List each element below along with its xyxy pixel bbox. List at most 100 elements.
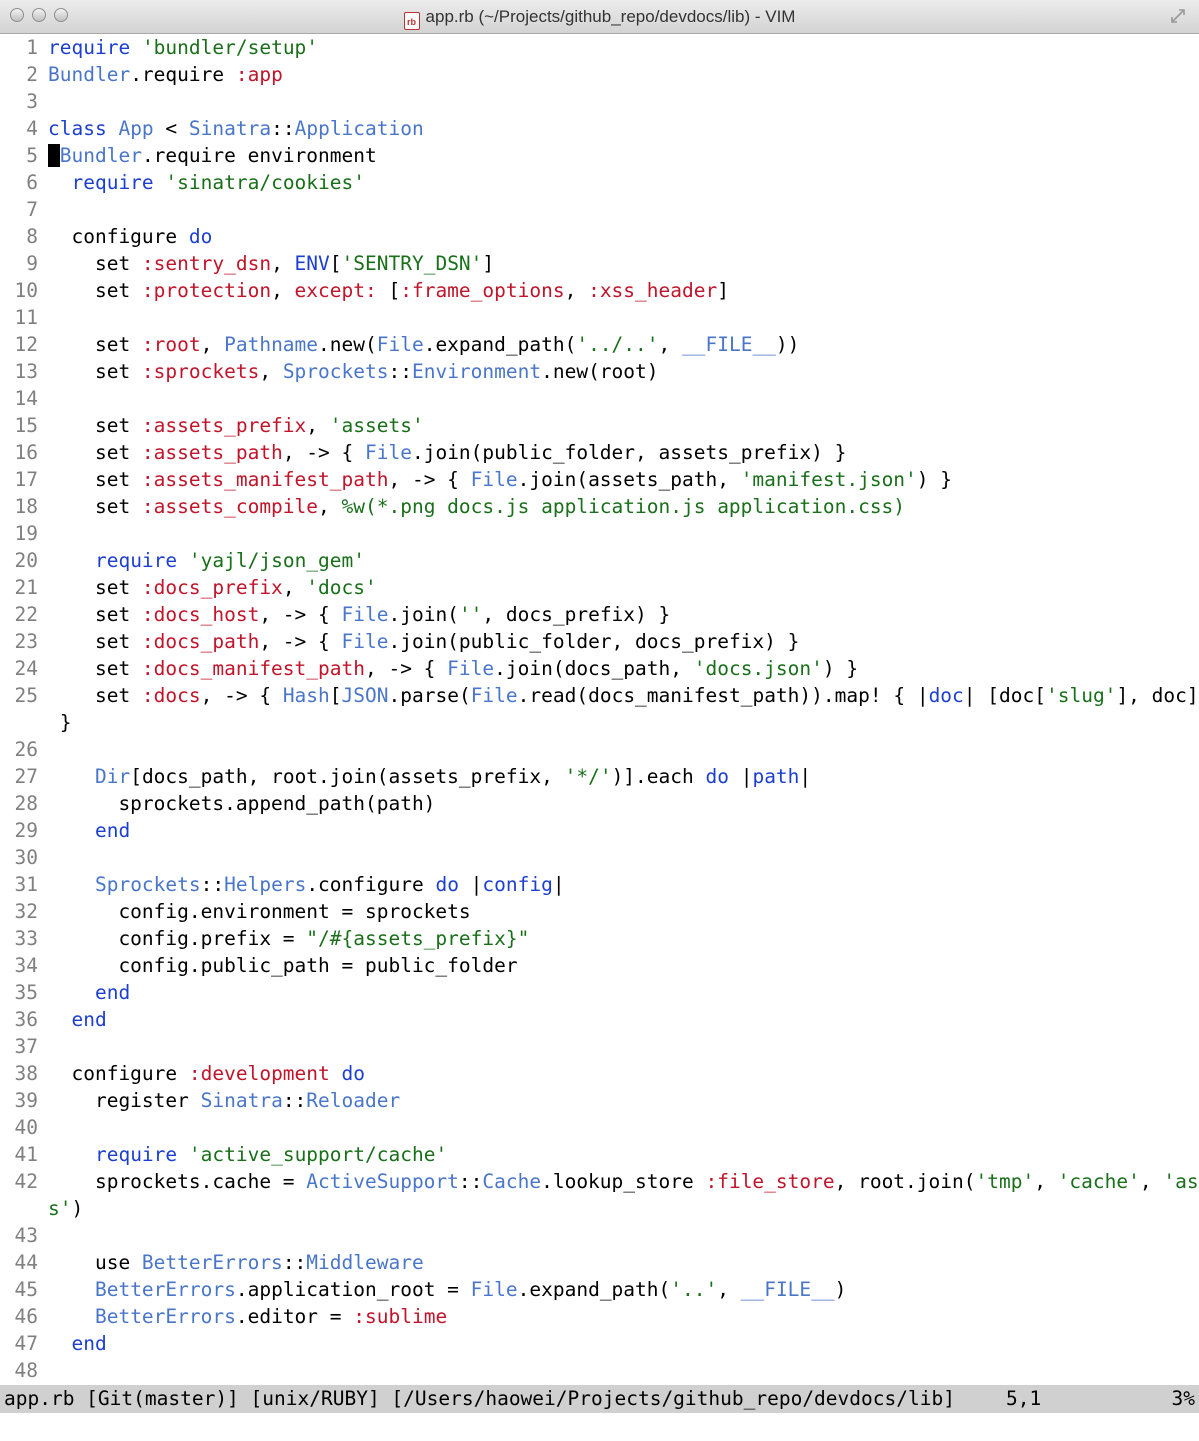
line-number: 30: [14, 846, 38, 869]
keyword-token: path: [752, 765, 800, 788]
code-line[interactable]: 5 Bundler.require environment: [0, 142, 1199, 169]
code-text: |: [728, 765, 753, 788]
code-line[interactable]: 2 Bundler.require :app: [0, 61, 1199, 88]
status-line: app.rb [Git(master)] [unix/RUBY] [/Users…: [0, 1385, 1199, 1413]
code-line[interactable]: 27 Dir[docs_path, root.join(assets_prefi…: [0, 763, 1199, 790]
keyword-token: config: [482, 873, 553, 896]
code-line[interactable]: 29 end: [0, 817, 1199, 844]
code-line[interactable]: 28 sprockets.append_path(path): [0, 790, 1199, 817]
code-line[interactable]: 23 set :docs_path, -> { File.join(public…: [0, 628, 1199, 655]
code-text: ): [71, 1197, 84, 1220]
code-line[interactable]: 14: [0, 385, 1199, 412]
editor-buffer[interactable]: 1 require 'bundler/setup' 2 Bundler.require…: [0, 34, 1199, 1384]
code-line[interactable]: 26: [0, 736, 1199, 763]
code-text: .join(: [388, 603, 459, 626]
code-line[interactable]: }: [0, 709, 1199, 736]
code-text: ::: [458, 1170, 483, 1193]
code-line[interactable]: 31 Sprockets::Helpers.configure do |conf…: [0, 871, 1199, 898]
code-line[interactable]: 20 require 'yajl/json_gem': [0, 547, 1199, 574]
code-line[interactable]: 8 configure do: [0, 223, 1199, 250]
constant-token: File: [376, 333, 424, 356]
code-line[interactable]: 43: [0, 1222, 1199, 1249]
line-code: set :assets_prefix, 'assets': [48, 412, 424, 439]
code-line[interactable]: 11: [0, 304, 1199, 331]
code-line[interactable]: 37: [0, 1033, 1199, 1060]
code-line[interactable]: 15 set :assets_prefix, 'assets': [0, 412, 1199, 439]
code-line[interactable]: 47 end: [0, 1330, 1199, 1357]
line-number: 23: [14, 630, 38, 653]
symbol-token: :file_store: [705, 1170, 835, 1193]
fullscreen-icon[interactable]: [1169, 7, 1187, 25]
code-line[interactable]: 16 set :assets_path, -> { File.join(publ…: [0, 439, 1199, 466]
keyword-token: require: [94, 1143, 178, 1166]
line-number: [0, 709, 38, 736]
cursor-position: 5,1: [1006, 1387, 1042, 1410]
code-text: set: [48, 360, 142, 383]
symbol-token: except:: [294, 279, 377, 302]
code-line[interactable]: 12 set :root, Pathname.new(File.expand_p…: [0, 331, 1199, 358]
keyword-token: doc: [928, 684, 964, 707]
code-line[interactable]: 41 require 'active_support/cache': [0, 1141, 1199, 1168]
code-text: set: [48, 414, 142, 437]
code-text: .editor =: [235, 1305, 354, 1328]
code-text: ,: [1139, 1170, 1164, 1193]
code-text: .configure: [306, 873, 436, 896]
constant-token: Dir: [94, 765, 131, 788]
code-line[interactable]: 32 config.environment = sprockets: [0, 898, 1199, 925]
code-line[interactable]: 17 set :assets_manifest_path, -> { File.…: [0, 466, 1199, 493]
code-line[interactable]: 46 BetterErrors.editor = :sublime: [0, 1303, 1199, 1330]
code-line[interactable]: 36 end: [0, 1006, 1199, 1033]
code-line[interactable]: 1 require 'bundler/setup': [0, 34, 1199, 61]
code-line[interactable]: 4 class App < Sinatra::Application: [0, 115, 1199, 142]
code-line[interactable]: 38 configure :development do: [0, 1060, 1199, 1087]
code-text: set: [48, 279, 142, 302]
code-text: , root.join(: [834, 1170, 976, 1193]
code-line[interactable]: 40: [0, 1114, 1199, 1141]
code-line[interactable]: 24 set :docs_manifest_path, -> { File.jo…: [0, 655, 1199, 682]
code-line[interactable]: 21 set :docs_prefix, 'docs': [0, 574, 1199, 601]
code-line[interactable]: 30: [0, 844, 1199, 871]
line-code: require 'yajl/json_gem': [48, 547, 365, 574]
line-number: 27: [14, 765, 38, 788]
line-number: 9: [26, 252, 38, 275]
code-line[interactable]: s'): [0, 1195, 1199, 1222]
line-number: 2: [26, 63, 38, 86]
code-line[interactable]: 35 end: [0, 979, 1199, 1006]
line-code: sprockets.append_path(path): [48, 790, 435, 817]
code-text: set: [48, 630, 142, 653]
code-line[interactable]: 10 set :protection, except: [:frame_opti…: [0, 277, 1199, 304]
code-line[interactable]: 9 set :sentry_dsn, ENV['SENTRY_DSN']: [0, 250, 1199, 277]
code-line[interactable]: 13 set :sprockets, Sprockets::Environmen…: [0, 358, 1199, 385]
code-text: set: [48, 441, 142, 464]
code-line[interactable]: 44 use BetterErrors::Middleware: [0, 1249, 1199, 1276]
code-line[interactable]: 45 BetterErrors.application_root = File.…: [0, 1276, 1199, 1303]
line-number: 18: [14, 495, 38, 518]
code-text: <: [153, 117, 189, 140]
code-line[interactable]: 6 require 'sinatra/cookies': [0, 169, 1199, 196]
line-code: sprockets.cache = ActiveSupport::Cache.l…: [48, 1168, 1199, 1195]
code-line[interactable]: 39 register Sinatra::Reloader: [0, 1087, 1199, 1114]
code-text: .expand_path(: [423, 333, 577, 356]
code-line[interactable]: 22 set :docs_host, -> { File.join('', do…: [0, 601, 1199, 628]
code-line[interactable]: 19: [0, 520, 1199, 547]
constant-token: File: [470, 1278, 518, 1301]
code-line[interactable]: 33 config.prefix = "/#{assets_prefix}": [0, 925, 1199, 952]
code-text: .join(docs_path,: [494, 657, 694, 680]
code-line[interactable]: 48: [0, 1357, 1199, 1384]
code-line[interactable]: 34 config.public_path = public_folder: [0, 952, 1199, 979]
code-line[interactable]: 7: [0, 196, 1199, 223]
keyword-token: class: [48, 117, 107, 140]
constant-token: __FILE__: [682, 333, 776, 356]
line-number: 31: [14, 873, 38, 896]
code-line[interactable]: 3: [0, 88, 1199, 115]
constant-token: Sprockets: [94, 873, 201, 896]
code-line[interactable]: 42 sprockets.cache = ActiveSupport::Cach…: [0, 1168, 1199, 1195]
block-cursor: [48, 144, 60, 167]
line-code: Bundler.require :app: [48, 61, 283, 88]
code-line[interactable]: 18 set :assets_compile, %w(*.png docs.js…: [0, 493, 1199, 520]
code-text: set: [48, 252, 142, 275]
code-line[interactable]: 25 set :docs, -> { Hash[JSON.parse(File.…: [0, 682, 1199, 709]
